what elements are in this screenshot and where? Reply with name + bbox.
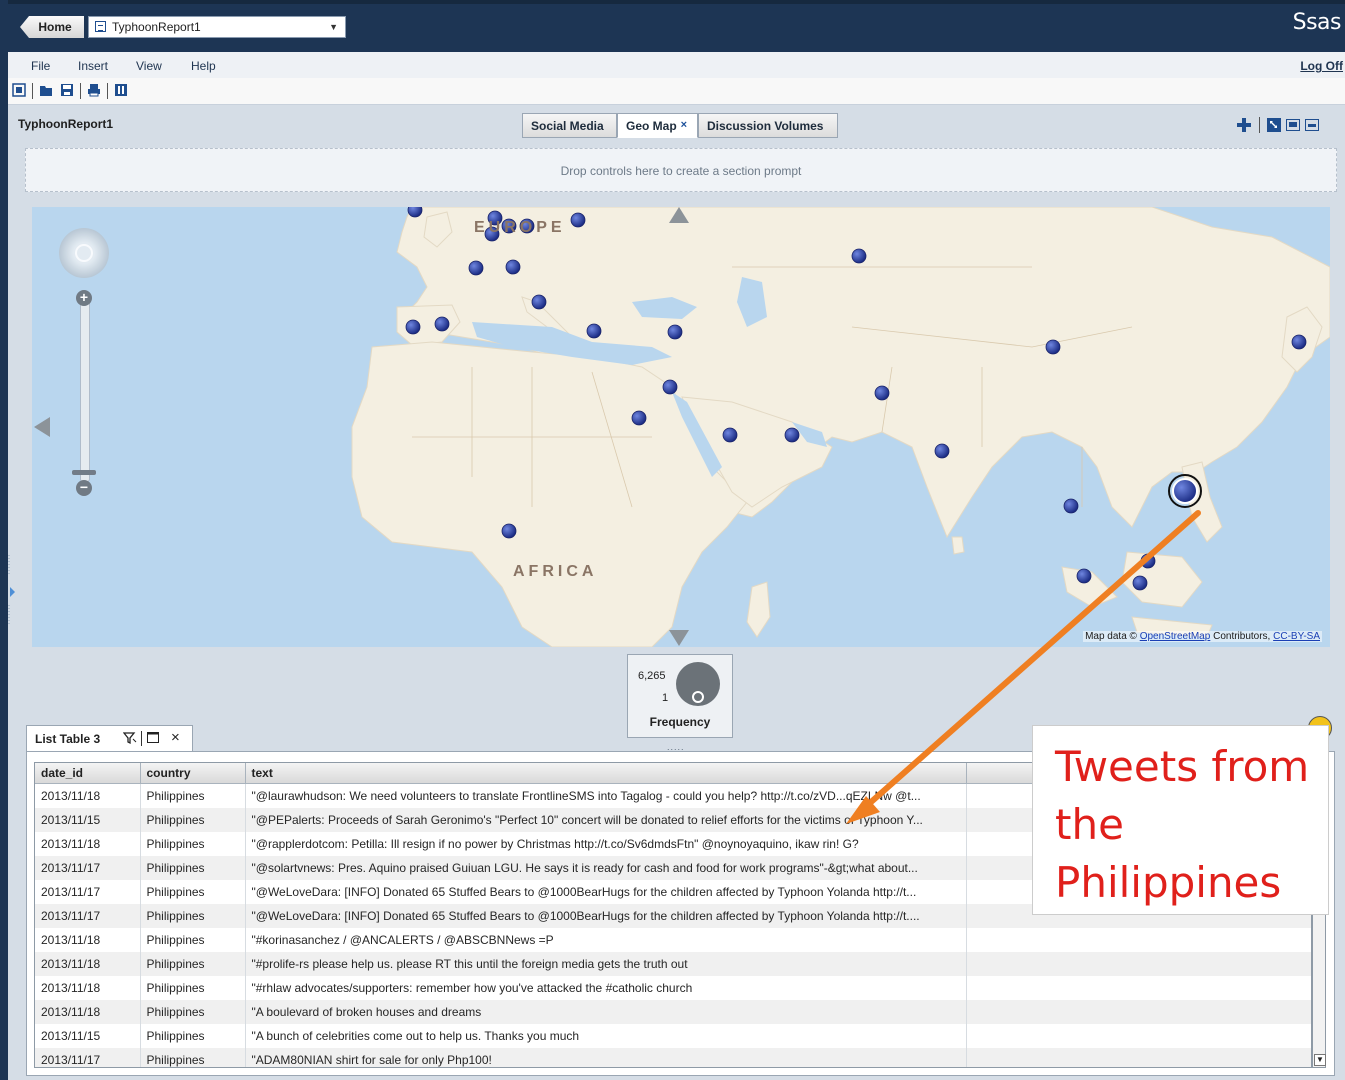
annotation-arrow xyxy=(846,474,1202,824)
left-panel-toggle[interactable] xyxy=(8,545,16,645)
annotation-text: Tweets from the Philippines xyxy=(1055,742,1310,907)
annotation-callout: Tweets from the Philippines xyxy=(1032,725,1329,915)
